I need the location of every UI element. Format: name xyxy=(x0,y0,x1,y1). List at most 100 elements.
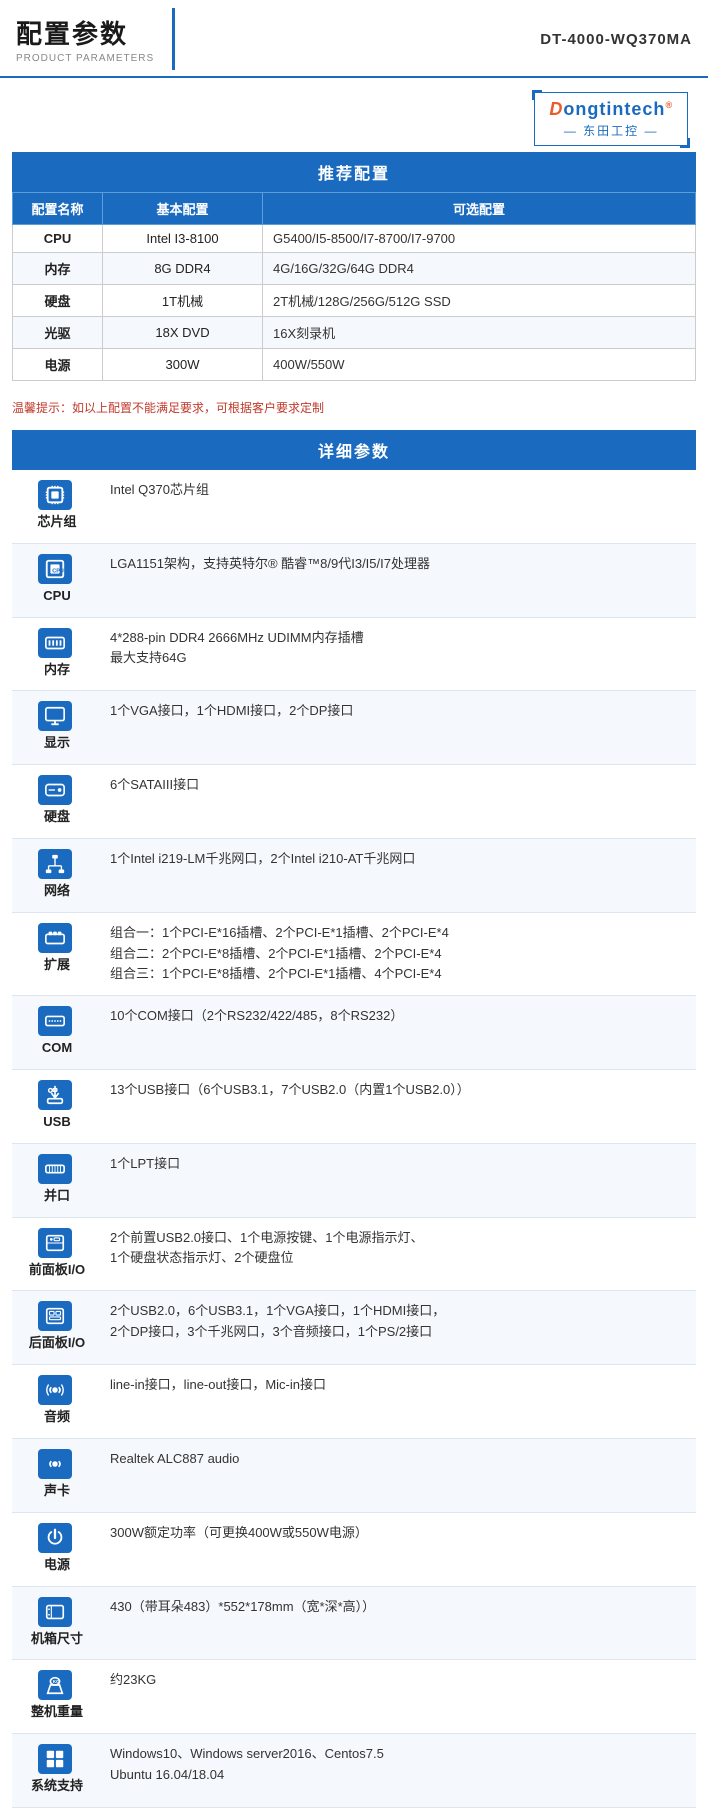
detail-label: COM xyxy=(42,1038,72,1059)
page-title-en: PRODUCT PARAMETERS xyxy=(16,53,154,64)
detail-content: 组合一：1个PCI-E*16插槽、2个PCI-E*1插槽、2个PCI-E*4组合… xyxy=(102,912,696,995)
rec-name: 电源 xyxy=(13,349,103,381)
recommend-table: 配置名称 基本配置 可选配置 CPU Intel I3-8100 G5400/I… xyxy=(12,192,696,381)
col-basic-header: 基本配置 xyxy=(103,193,263,225)
weight-icon: KG xyxy=(38,1670,72,1700)
display-icon xyxy=(38,701,72,731)
com-icon xyxy=(38,1006,72,1036)
detail-label: 后面板I/O xyxy=(29,1333,85,1354)
soundcard-icon xyxy=(38,1449,72,1479)
audio-icon xyxy=(38,1375,72,1405)
detail-table: 芯片组 Intel Q370芯片组 CPU CPU LGA1151架构，支持英特… xyxy=(12,470,696,1808)
detail-content: 300W额定功率（可更换400W或550W电源） xyxy=(102,1512,696,1586)
rec-name: 光驱 xyxy=(13,317,103,349)
recommend-section: 推荐配置 配置名称 基本配置 可选配置 CPU Intel I3-8100 G5… xyxy=(0,152,708,381)
detail-icon-cell: COM xyxy=(12,996,102,1070)
detail-title: 详细参数 xyxy=(12,430,696,470)
detail-label: USB xyxy=(43,1112,70,1133)
table-row: CPU Intel I3-8100 G5400/I5-8500/I7-8700/… xyxy=(13,225,696,253)
detail-label: 前面板I/O xyxy=(29,1260,85,1281)
brand-area: Dongtintech® — 东田工控 — xyxy=(0,78,708,152)
detail-icon-cell: 内存 xyxy=(12,617,102,691)
table-row: 内存 8G DDR4 4G/16G/32G/64G DDR4 xyxy=(13,253,696,285)
detail-row: 显示 1个VGA接口，1个HDMI接口，2个DP接口 xyxy=(12,691,696,765)
detail-row: CPU CPU LGA1151架构，支持英特尔® 酷睿™8/9代I3/I5/I7… xyxy=(12,543,696,617)
detail-label: 电源 xyxy=(44,1555,70,1576)
rec-name: 内存 xyxy=(13,253,103,285)
detail-row: 网络 1个Intel i219-LM千兆网口，2个Intel i210-AT千兆… xyxy=(12,838,696,912)
col-optional-header: 可选配置 xyxy=(263,193,696,225)
detail-row: 内存 4*288-pin DDR4 2666MHz UDIMM内存插槽最大支持6… xyxy=(12,617,696,691)
detail-row: 硬盘 6个SATAIII接口 xyxy=(12,765,696,839)
rec-name: 硬盘 xyxy=(13,285,103,317)
detail-label: 系统支持 xyxy=(31,1776,83,1797)
rec-basic: 300W xyxy=(103,349,263,381)
rec-basic: 1T机械 xyxy=(103,285,263,317)
network-icon xyxy=(38,849,72,879)
brand-logo: Dongtintech® — 东田工控 — xyxy=(534,92,688,146)
detail-row: 机箱尺寸 430（带耳朵483）*552*178mm（宽*深*高）） xyxy=(12,1586,696,1660)
table-row: 光驱 18X DVD 16X刻录机 xyxy=(13,317,696,349)
rec-name: CPU xyxy=(13,225,103,253)
detail-row: KG 整机重量 约23KG xyxy=(12,1660,696,1734)
chassis-icon xyxy=(38,1597,72,1627)
detail-content: 13个USB接口（6个USB3.1，7个USB2.0（内置1个USB2.0）） xyxy=(102,1069,696,1143)
svg-text:KG: KG xyxy=(53,1680,60,1685)
detail-icon-cell: 音频 xyxy=(12,1365,102,1439)
svg-text:CPU: CPU xyxy=(52,568,64,574)
brand-name-en: Dongtintech® xyxy=(549,99,673,120)
detail-row: 前面板I/O 2个前置USB2.0接口、1个电源按键、1个电源指示灯、1个硬盘状… xyxy=(12,1217,696,1291)
rec-optional: 4G/16G/32G/64G DDR4 xyxy=(263,253,696,285)
detail-icon-cell: KG 整机重量 xyxy=(12,1660,102,1734)
detail-label: 声卡 xyxy=(44,1481,70,1502)
detail-label: 显示 xyxy=(44,733,70,754)
detail-icon-cell: 电源 xyxy=(12,1512,102,1586)
warm-tip: 温馨提示：如以上配置不能满足要求，可根据客户要求定制 xyxy=(0,391,708,430)
detail-content: 1个VGA接口，1个HDMI接口，2个DP接口 xyxy=(102,691,696,765)
detail-label: 并口 xyxy=(44,1186,70,1207)
detail-content: 6个SATAIII接口 xyxy=(102,765,696,839)
detail-content: 430（带耳朵483）*552*178mm（宽*深*高）） xyxy=(102,1586,696,1660)
detail-label: 内存 xyxy=(44,660,70,681)
brand-name-zh: — 东田工控 — xyxy=(564,122,659,139)
rec-basic: 8G DDR4 xyxy=(103,253,263,285)
detail-icon-cell: USB xyxy=(12,1069,102,1143)
chipset-icon xyxy=(38,480,72,510)
detail-content: 2个前置USB2.0接口、1个电源按键、1个电源指示灯、1个硬盘状态指示灯、2个… xyxy=(102,1217,696,1291)
frontio-icon xyxy=(38,1228,72,1258)
header-left: 配置参数 PRODUCT PARAMETERS xyxy=(0,8,175,70)
memory-icon xyxy=(38,628,72,658)
detail-label: 网络 xyxy=(44,881,70,902)
detail-row: USB 13个USB接口（6个USB3.1，7个USB2.0（内置1个USB2.… xyxy=(12,1069,696,1143)
detail-content: 10个COM接口（2个RS232/422/485，8个RS232） xyxy=(102,996,696,1070)
detail-label: 扩展 xyxy=(44,955,70,976)
page-header: 配置参数 PRODUCT PARAMETERS DT-4000-WQ370MA xyxy=(0,0,708,78)
detail-row: 声卡 Realtek ALC887 audio xyxy=(12,1438,696,1512)
table-row: 电源 300W 400W/550W xyxy=(13,349,696,381)
detail-icon-cell: 网络 xyxy=(12,838,102,912)
reario-icon xyxy=(38,1301,72,1331)
detail-content: Realtek ALC887 audio xyxy=(102,1438,696,1512)
recommend-title: 推荐配置 xyxy=(12,152,696,192)
detail-row: 扩展 组合一：1个PCI-E*16插槽、2个PCI-E*1插槽、2个PCI-E*… xyxy=(12,912,696,995)
detail-row: 电源 300W额定功率（可更换400W或550W电源） xyxy=(12,1512,696,1586)
detail-content: 1个LPT接口 xyxy=(102,1143,696,1217)
detail-icon-cell: 后面板I/O xyxy=(12,1291,102,1365)
table-row: 硬盘 1T机械 2T机械/128G/256G/512G SSD xyxy=(13,285,696,317)
rec-optional: 16X刻录机 xyxy=(263,317,696,349)
detail-icon-cell: 芯片组 xyxy=(12,470,102,543)
power-icon xyxy=(38,1523,72,1553)
usb-icon xyxy=(38,1080,72,1110)
detail-content: 2个USB2.0，6个USB3.1，1个VGA接口，1个HDMI接口，2个DP接… xyxy=(102,1291,696,1365)
detail-section: 详细参数 芯片组 Intel Q370芯片组 CPU CPU LGA1151架构… xyxy=(0,430,708,1808)
detail-row: 并口 1个LPT接口 xyxy=(12,1143,696,1217)
os-icon xyxy=(38,1744,72,1774)
model-number: DT-4000-WQ370MA xyxy=(175,8,708,70)
detail-row: COM 10个COM接口（2个RS232/422/485，8个RS232） xyxy=(12,996,696,1070)
col-name-header: 配置名称 xyxy=(13,193,103,225)
detail-label: CPU xyxy=(43,586,70,607)
hdd-icon xyxy=(38,775,72,805)
detail-content: Windows10、Windows server2016、Centos7.5Ub… xyxy=(102,1734,696,1808)
detail-row: 后面板I/O 2个USB2.0，6个USB3.1，1个VGA接口，1个HDMI接… xyxy=(12,1291,696,1365)
detail-icon-cell: 声卡 xyxy=(12,1438,102,1512)
